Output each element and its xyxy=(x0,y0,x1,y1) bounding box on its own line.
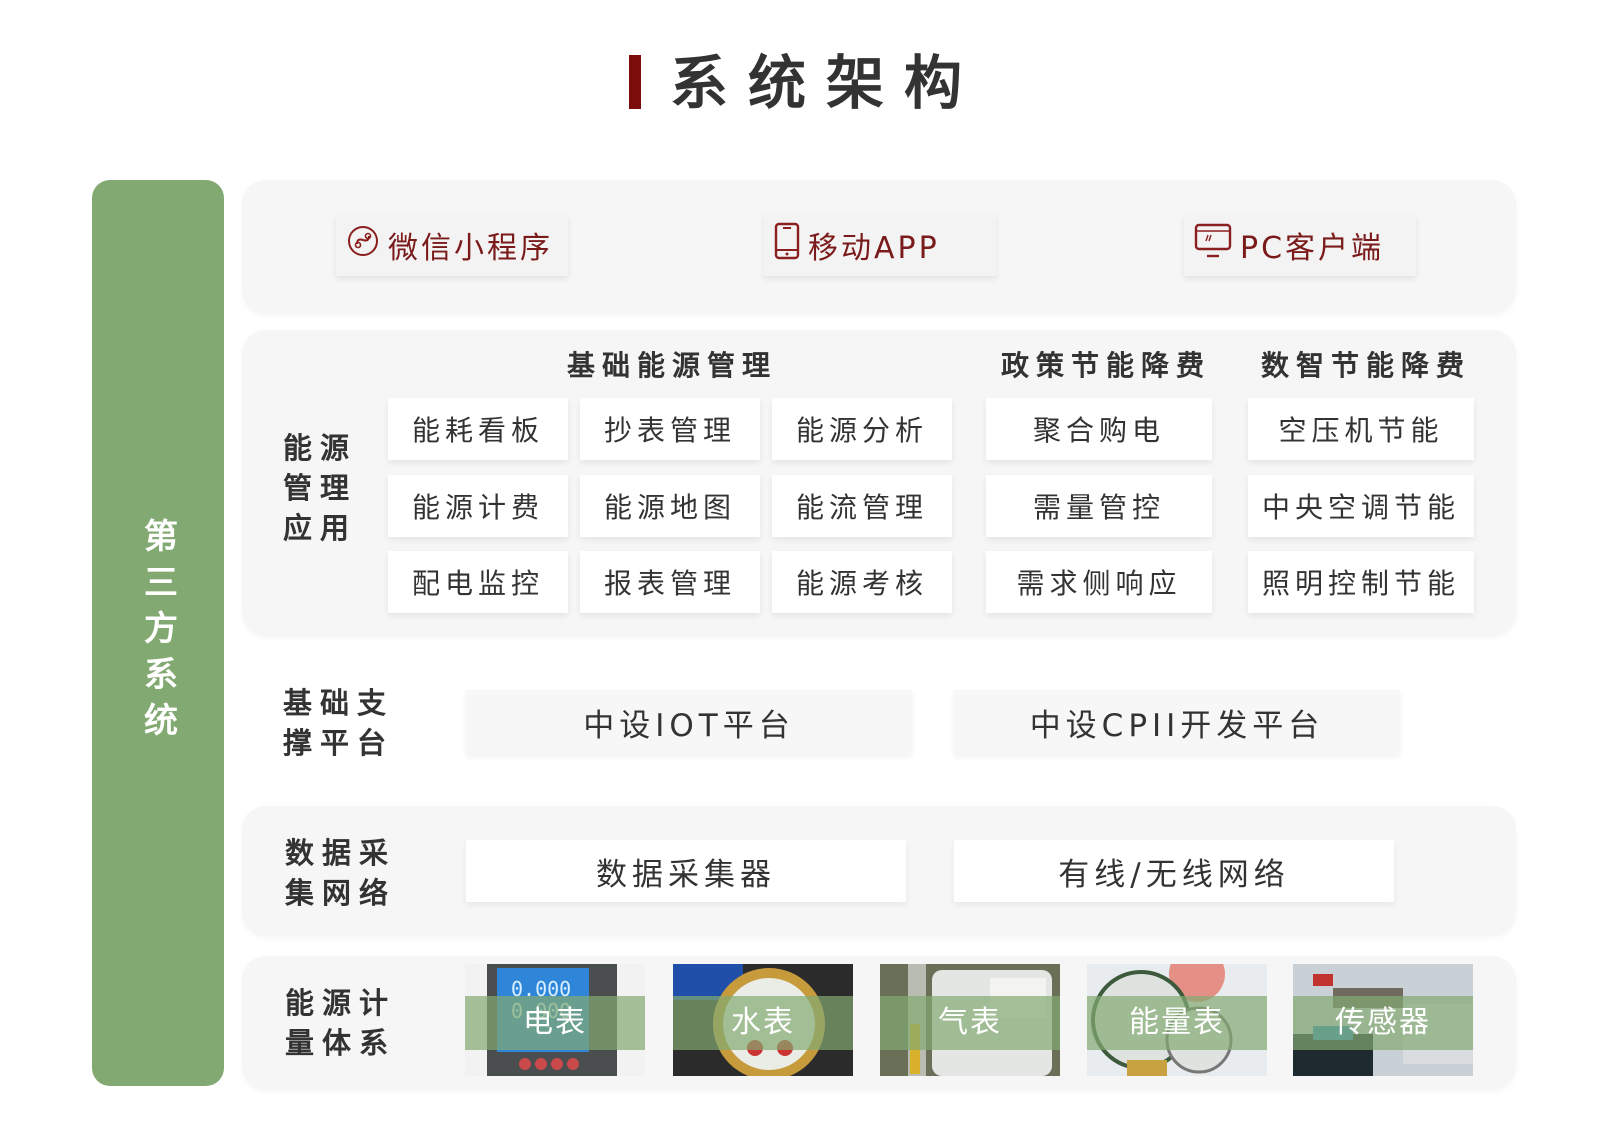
collection-tile[interactable]: 有线/无线网络 xyxy=(954,840,1394,902)
client-mobile-app[interactable]: 移动APP xyxy=(764,214,996,276)
app-tile[interactable]: 需量管控 xyxy=(986,475,1212,537)
group-title-smart: 数智节能降费 xyxy=(1260,349,1471,382)
energy-app-row-label: 能源管理应用 xyxy=(283,431,358,545)
group-title-basic: 基础能源管理 xyxy=(566,349,777,382)
meter-label: 气表 xyxy=(938,1005,1002,1040)
platform-tile[interactable]: 中设IOT平台 xyxy=(466,690,912,754)
meter-label: 水表 xyxy=(731,1005,795,1040)
app-tile[interactable]: 能源计费 xyxy=(388,475,568,537)
platform-row-label: 基础支撑平台 xyxy=(283,686,395,760)
app-tile[interactable]: 能源考核 xyxy=(772,551,952,613)
app-tile[interactable]: 聚合购电 xyxy=(986,398,1212,460)
app-tile[interactable]: 报表管理 xyxy=(580,551,760,613)
platform-tile[interactable]: 中设CPII开发平台 xyxy=(954,690,1400,754)
monitor-icon xyxy=(1194,223,1232,267)
meter-card-energy[interactable]: 能量表 xyxy=(1087,964,1267,1076)
app-tile[interactable]: 中央空调节能 xyxy=(1248,475,1474,537)
meter-card-electric[interactable]: 0.000 0.000 电表 xyxy=(465,964,645,1076)
client-label: 移动APP xyxy=(808,231,940,266)
page-title: 系统架构 xyxy=(670,49,983,117)
meter-label: 电表 xyxy=(523,1005,587,1040)
group-title-policy: 政策节能降费 xyxy=(1000,349,1211,382)
collection-row-label: 数据采集网络 xyxy=(285,836,397,910)
app-tile[interactable]: 能源地图 xyxy=(580,475,760,537)
app-tile[interactable]: 照明控制节能 xyxy=(1248,551,1474,613)
meter-card-gas[interactable]: 气表 xyxy=(880,964,1060,1076)
meter-card-sensor[interactable]: 传感器 xyxy=(1293,964,1473,1076)
app-tile[interactable]: 能耗看板 xyxy=(388,398,568,460)
metering-row-label: 能源计量体系 xyxy=(285,986,397,1060)
meter-label: 传感器 xyxy=(1335,1005,1431,1040)
page-header: 系统架构 xyxy=(0,48,1600,118)
collection-tile[interactable]: 数据采集器 xyxy=(466,840,906,902)
third-party-system-label: 第三方系统 xyxy=(137,518,178,748)
mini-program-icon xyxy=(346,224,380,266)
app-tile[interactable]: 能流管理 xyxy=(772,475,952,537)
meter-card-water[interactable]: 水表 xyxy=(673,964,853,1076)
app-tile[interactable]: 配电监控 xyxy=(388,551,568,613)
client-label: PC客户端 xyxy=(1240,231,1385,266)
meter-label: 能量表 xyxy=(1129,1005,1225,1040)
title-accent-bar xyxy=(629,55,641,109)
app-tile[interactable]: 空压机节能 xyxy=(1248,398,1474,460)
client-wechat-mini-program[interactable]: 微信小程序 xyxy=(336,214,568,276)
client-label: 微信小程序 xyxy=(388,231,553,266)
app-tile[interactable]: 抄表管理 xyxy=(580,398,760,460)
mobile-phone-icon xyxy=(774,222,800,268)
app-tile[interactable]: 需求侧响应 xyxy=(986,551,1212,613)
app-tile[interactable]: 能源分析 xyxy=(772,398,952,460)
third-party-system-bar[interactable]: 第三方系统 xyxy=(92,180,224,1086)
client-pc[interactable]: PC客户端 xyxy=(1184,214,1416,276)
